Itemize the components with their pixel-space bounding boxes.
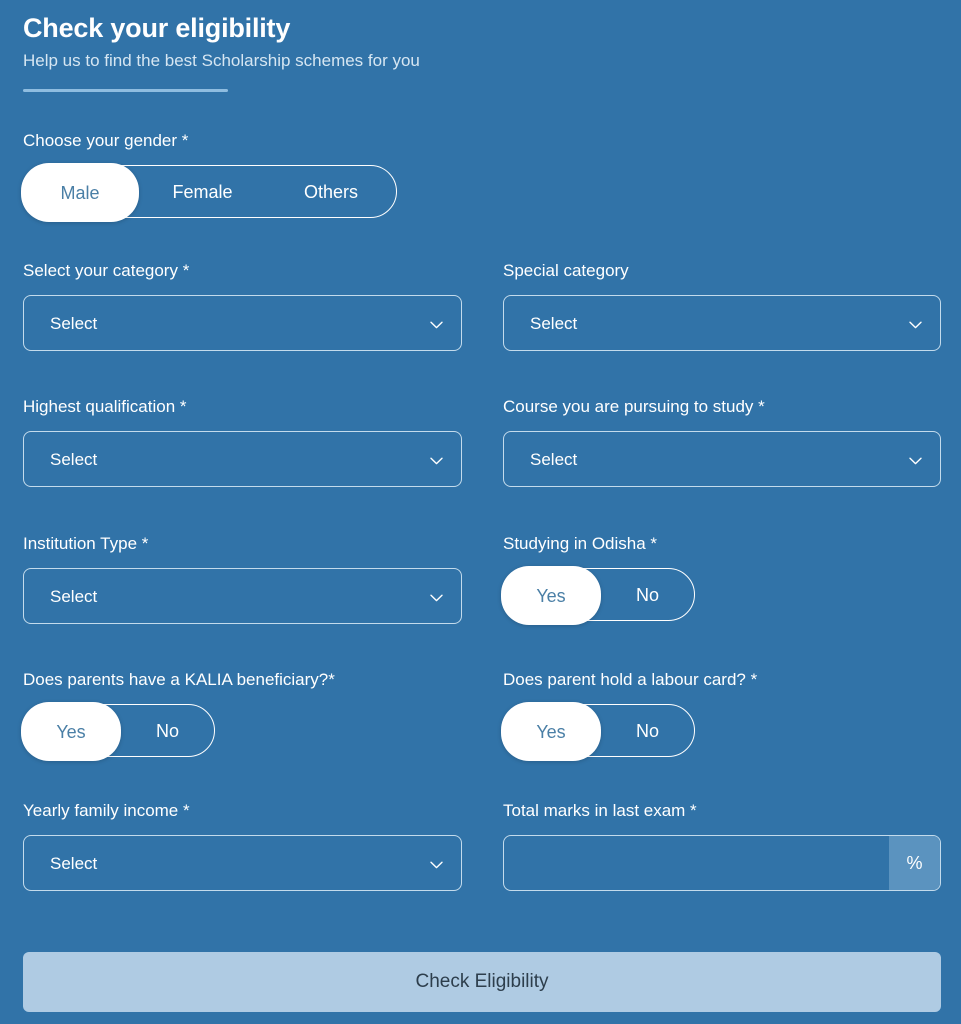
gender-toggle-group[interactable]: Male Female Others — [21, 163, 397, 222]
highest-qualification-select[interactable]: Select — [23, 431, 462, 487]
field-special-category: Special category Select — [503, 260, 941, 351]
institution-type-select[interactable]: Select — [23, 568, 462, 624]
eligibility-form-page: Check your eligibility Help us to find t… — [0, 0, 961, 1024]
field-kalia-beneficiary: Does parents have a KALIA beneficiary?* … — [21, 669, 462, 761]
special-category-select-value: Select — [530, 313, 578, 333]
yearly-family-income-select[interactable]: Select — [23, 835, 462, 891]
labour-card-option-yes[interactable]: Yes — [501, 702, 601, 761]
label-total-marks: Total marks in last exam * — [503, 801, 697, 820]
check-eligibility-button[interactable]: Check Eligibility — [23, 952, 941, 1012]
labour-card-option-no[interactable]: No — [601, 705, 694, 756]
kalia-beneficiary-option-no[interactable]: No — [121, 705, 214, 756]
field-gender: Choose your gender * Male Female Others — [21, 130, 462, 222]
studying-in-odisha-toggle-group[interactable]: Yes No — [501, 566, 695, 625]
institution-type-select-value: Select — [50, 586, 98, 606]
label-gender: Choose your gender * — [23, 131, 189, 150]
page-header: Check your eligibility Help us to find t… — [23, 10, 923, 92]
studying-in-odisha-option-no[interactable]: No — [601, 569, 694, 620]
special-category-select[interactable]: Select — [503, 295, 941, 351]
gender-option-others[interactable]: Others — [266, 166, 396, 217]
percent-suffix: % — [889, 836, 940, 890]
label-institution-type: Institution Type * — [23, 534, 149, 553]
chevron-down-icon — [430, 592, 443, 605]
yearly-family-income-select-value: Select — [50, 853, 98, 873]
highest-qualification-select-value: Select — [50, 449, 98, 469]
chevron-down-icon — [909, 455, 922, 468]
label-course: Course you are pursuing to study * — [503, 397, 765, 416]
studying-in-odisha-option-yes[interactable]: Yes — [501, 566, 601, 625]
total-marks-input[interactable] — [504, 836, 889, 890]
field-total-marks: Total marks in last exam * % — [503, 800, 941, 891]
labour-card-toggle-group[interactable]: Yes No — [501, 702, 695, 761]
chevron-down-icon — [909, 319, 922, 332]
course-select[interactable]: Select — [503, 431, 941, 487]
course-select-value: Select — [530, 449, 578, 469]
chevron-down-icon — [430, 319, 443, 332]
label-category: Select your category * — [23, 261, 190, 280]
gender-option-male[interactable]: Male — [21, 163, 139, 222]
field-studying-in-odisha: Studying in Odisha * Yes No — [501, 533, 941, 625]
label-highest-qualification: Highest qualification * — [23, 397, 187, 416]
label-kalia-beneficiary: Does parents have a KALIA beneficiary?* — [23, 670, 335, 689]
field-course: Course you are pursuing to study * Selec… — [503, 396, 941, 487]
label-yearly-family-income: Yearly family income * — [23, 801, 190, 820]
page-subtitle: Help us to find the best Scholarship sch… — [23, 51, 420, 70]
field-category: Select your category * Select — [23, 260, 462, 351]
chevron-down-icon — [430, 859, 443, 872]
label-labour-card: Does parent hold a labour card? * — [503, 670, 758, 689]
gender-option-female[interactable]: Female — [139, 166, 266, 217]
field-institution-type: Institution Type * Select — [23, 533, 462, 624]
label-studying-in-odisha: Studying in Odisha * — [503, 534, 658, 553]
page-title: Check your eligibility — [23, 13, 291, 43]
kalia-beneficiary-option-yes[interactable]: Yes — [21, 702, 121, 761]
field-yearly-family-income: Yearly family income * Select — [23, 800, 462, 891]
category-select-value: Select — [50, 313, 98, 333]
header-divider — [23, 89, 228, 92]
field-labour-card: Does parent hold a labour card? * Yes No — [501, 669, 941, 761]
category-select[interactable]: Select — [23, 295, 462, 351]
field-highest-qualification: Highest qualification * Select — [23, 396, 462, 487]
chevron-down-icon — [430, 455, 443, 468]
kalia-beneficiary-toggle-group[interactable]: Yes No — [21, 702, 215, 761]
total-marks-input-wrapper: % — [503, 835, 941, 891]
label-special-category: Special category — [503, 261, 629, 280]
